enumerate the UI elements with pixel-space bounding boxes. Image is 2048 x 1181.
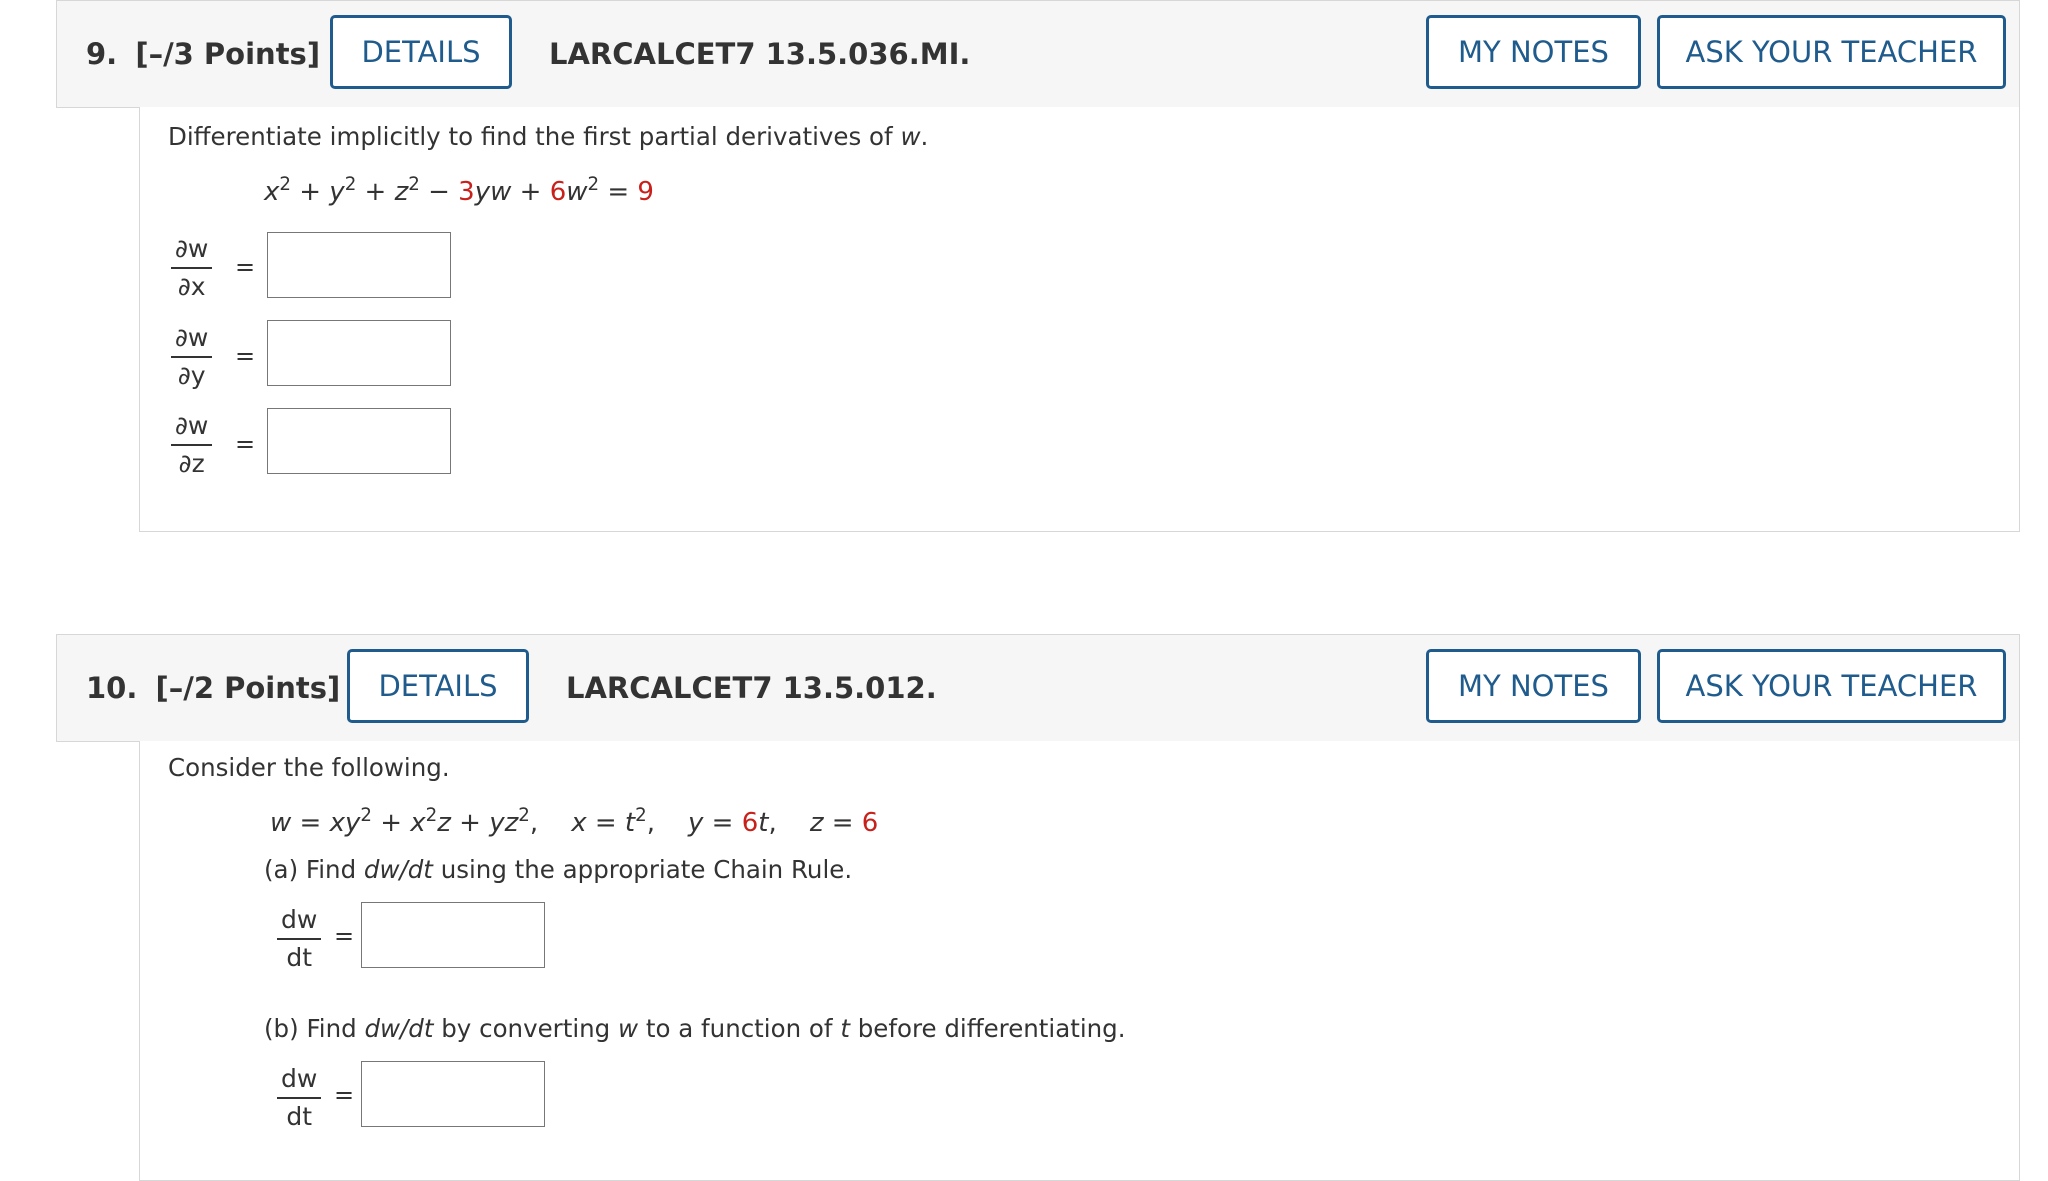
frac-denominator: dt <box>286 943 312 972</box>
q9-ask-teacher-button[interactable]: ASK YOUR TEACHER <box>1657 15 2006 89</box>
frac-denominator: ∂z <box>178 449 205 478</box>
q9-my-notes-button[interactable]: MY NOTES <box>1426 15 1641 89</box>
q9-partial-wy-fraction: ∂w ∂y <box>171 322 213 392</box>
q9-details-button[interactable]: DETAILS <box>330 15 512 89</box>
part-b-prefix: (b) Find <box>264 1014 365 1043</box>
equals-sign: = <box>334 922 355 950</box>
q9-body: Differentiate implicitly to find the fir… <box>139 107 2020 532</box>
equals-sign: = <box>334 1081 355 1109</box>
equals-sign: = <box>235 430 256 458</box>
q10-equation: w = xy2 + x2z + yz2, x = t2, y = 6t, z =… <box>270 805 879 838</box>
part-b-deriv: dw/dt <box>364 1014 434 1043</box>
q9-header: 9. [–/3 Points] DETAILS LARCALCET7 13.5.… <box>56 0 2020 108</box>
q10-part-a-fraction: dw dt <box>277 904 322 974</box>
q9-points: [–/3 Points] <box>135 37 321 71</box>
q9-coef-yw: 3 <box>458 177 475 207</box>
frac-numerator: ∂w <box>171 322 213 358</box>
q10-part-b-label: (b) Find dw/dt by converting w to a func… <box>264 1014 1126 1043</box>
part-b-suffix: before differentiating. <box>849 1014 1126 1043</box>
q9-title: 9. [–/3 Points] <box>86 37 320 71</box>
q10-body: Consider the following. w = xy2 + x2z + … <box>139 741 2020 1181</box>
part-b-var-w: w <box>618 1014 639 1043</box>
frac-denominator: ∂y <box>177 361 206 390</box>
frac-numerator: dw <box>277 904 322 940</box>
part-b-mid2: to a function of <box>638 1014 841 1043</box>
q9-partial-wz-fraction: ∂w ∂z <box>171 410 213 480</box>
q10-number: 10. <box>86 671 138 705</box>
q9-answer-dwdy-input[interactable] <box>267 320 451 386</box>
part-a-prefix: (a) Find <box>264 855 364 884</box>
frac-numerator: ∂w <box>171 233 213 269</box>
q10-prompt: Consider the following. <box>168 753 450 782</box>
frac-denominator: ∂x <box>177 272 206 301</box>
part-b-var-t: t <box>840 1014 850 1043</box>
q9-coef-w2: 6 <box>549 177 567 207</box>
q10-part-b-answer-input[interactable] <box>361 1061 545 1127</box>
equals-sign: = <box>235 342 256 370</box>
q10-z-val: 6 <box>861 808 879 838</box>
frac-numerator: ∂w <box>171 410 213 446</box>
q10-details-button[interactable]: DETAILS <box>347 649 529 723</box>
equals-sign: = <box>235 253 256 281</box>
q9-number: 9. <box>86 37 118 71</box>
q10-header: 10. [–/2 Points] DETAILS LARCALCET7 13.5… <box>56 634 2020 742</box>
q10-code: LARCALCET7 13.5.012. <box>566 671 937 705</box>
part-a-suffix: using the appropriate Chain Rule. <box>432 855 853 884</box>
q10-y-coef: 6 <box>741 808 759 838</box>
q9-prompt-var: w <box>900 122 921 151</box>
q10-ask-teacher-button[interactable]: ASK YOUR TEACHER <box>1657 649 2006 723</box>
q10-part-a-label: (a) Find dw/dt using the appropriate Cha… <box>264 855 852 884</box>
q10-my-notes-button[interactable]: MY NOTES <box>1426 649 1641 723</box>
q9-answer-dwdz-input[interactable] <box>267 408 451 474</box>
part-b-mid1: by converting <box>433 1014 619 1043</box>
q9-prompt-end: . <box>920 122 929 151</box>
part-a-deriv: dw/dt <box>363 855 433 884</box>
q9-rhs: 9 <box>637 177 654 207</box>
q9-code: LARCALCET7 13.5.036.MI. <box>549 37 971 71</box>
q10-points: [–/2 Points] <box>155 671 341 705</box>
q9-partial-wx-fraction: ∂w ∂x <box>171 233 213 303</box>
q9-answer-dwdx-input[interactable] <box>267 232 451 298</box>
q10-title: 10. [–/2 Points] <box>86 671 340 705</box>
q9-prompt-text: Differentiate implicitly to find the fir… <box>168 122 893 151</box>
q10-part-b-fraction: dw dt <box>277 1063 322 1133</box>
q9-prompt: Differentiate implicitly to find the fir… <box>168 122 928 151</box>
frac-numerator: dw <box>277 1063 322 1099</box>
frac-denominator: dt <box>286 1102 312 1131</box>
q9-equation: x2 + y2 + z2 − 3yw + 6w2 = 9 <box>264 174 654 207</box>
q10-part-a-answer-input[interactable] <box>361 902 545 968</box>
